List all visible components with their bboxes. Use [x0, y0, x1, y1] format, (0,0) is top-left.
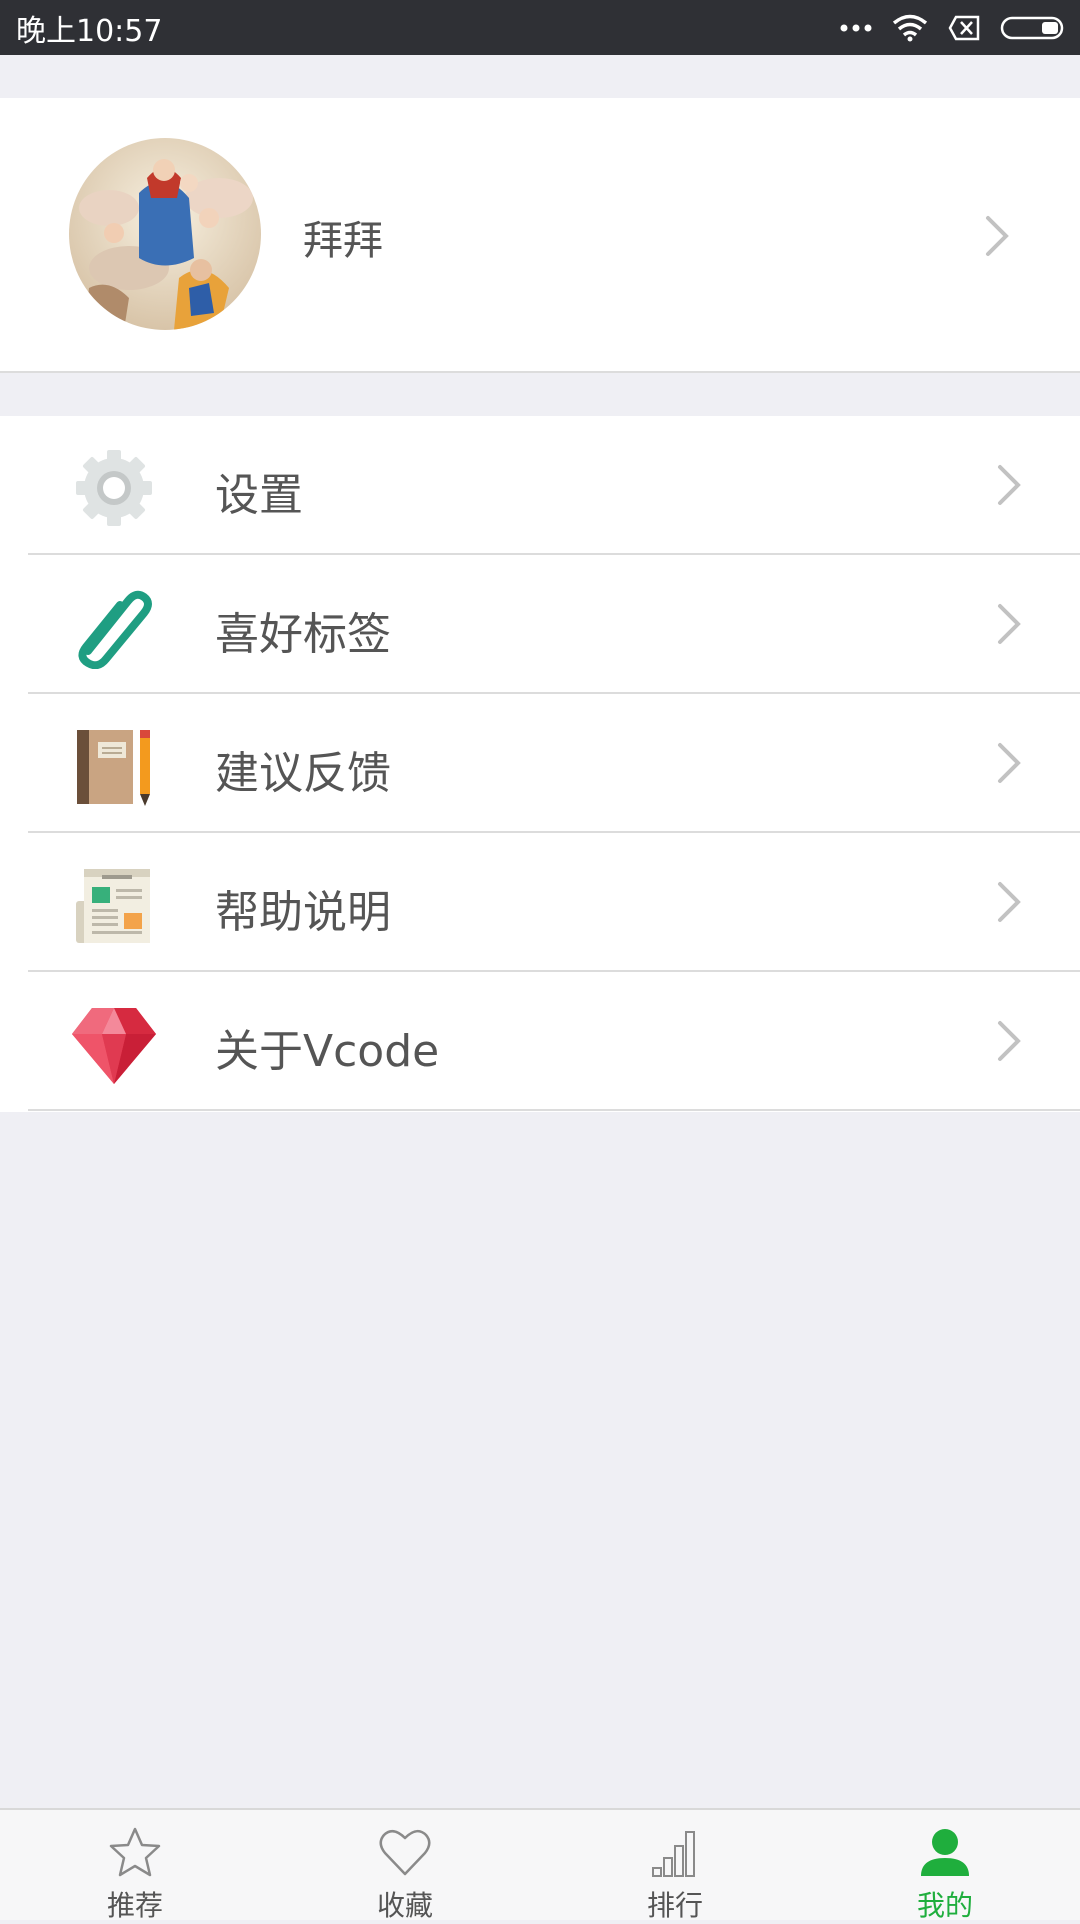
- bar-chart-icon: [652, 1831, 695, 1877]
- menu-item-label: 喜好标签: [215, 609, 391, 660]
- chevron-right-icon: [998, 604, 1021, 644]
- chevron-right-icon: [998, 882, 1021, 922]
- menu-item-settings[interactable]: 设置: [0, 416, 1080, 555]
- menu-item-feedback[interactable]: 建议反馈: [0, 694, 1080, 833]
- menu-item-about[interactable]: 关于Vcode: [0, 972, 1080, 1111]
- menu-item-label: 建议反馈: [215, 748, 391, 799]
- chevron-right-icon: [998, 465, 1021, 505]
- menu-item-label: 帮助说明: [215, 887, 391, 938]
- menu-item-label: 设置: [215, 470, 303, 521]
- notebook-pencil-icon: [77, 730, 150, 806]
- menu-item-help[interactable]: 帮助说明: [0, 833, 1080, 972]
- tab-label: 推荐: [106, 1889, 163, 1922]
- gear-icon: [76, 450, 152, 526]
- person-icon: [921, 1829, 969, 1876]
- menu-item-label: 关于Vcode: [215, 1026, 440, 1077]
- tab-ranking[interactable]: 排行: [540, 1810, 810, 1922]
- tab-label: 收藏: [376, 1889, 433, 1922]
- star-icon: [109, 1827, 161, 1877]
- username: 拜拜: [303, 218, 383, 264]
- tab-label: 排行: [646, 1889, 703, 1922]
- menu-item-preference-tags[interactable]: 喜好标签: [0, 555, 1080, 694]
- tab-label: 我的: [916, 1889, 973, 1922]
- bottom-tab-bar: 推荐 收藏 排行 我的: [0, 1808, 1080, 1922]
- heart-icon: [379, 1829, 431, 1876]
- tab-recommend[interactable]: 推荐: [0, 1810, 270, 1922]
- chevron-right-icon: [998, 743, 1021, 783]
- chevron-right-icon: [986, 216, 1009, 256]
- battery-icon: [1000, 16, 1064, 39]
- paperclip-icon: [78, 590, 152, 669]
- avatar: [69, 138, 261, 330]
- wifi-icon: [892, 14, 928, 41]
- status-icons: [840, 14, 1066, 42]
- newspaper-icon: [76, 869, 150, 943]
- chevron-right-icon: [998, 1021, 1021, 1061]
- status-time: 晚上10:57: [16, 13, 163, 49]
- gem-icon: [72, 1008, 156, 1084]
- menu-list: 设置 喜好标签 建议反馈 帮助说明 关于Vcode: [0, 416, 1080, 1112]
- tab-favorites[interactable]: 收藏: [270, 1810, 540, 1922]
- tab-mine[interactable]: 我的: [810, 1810, 1080, 1922]
- more-dots-icon: [840, 24, 872, 31]
- status-bar: 晚上10:57: [0, 0, 1080, 55]
- profile-row[interactable]: 拜拜: [0, 98, 1080, 373]
- divider: [28, 1109, 1080, 1111]
- no-sim-icon: [948, 15, 980, 40]
